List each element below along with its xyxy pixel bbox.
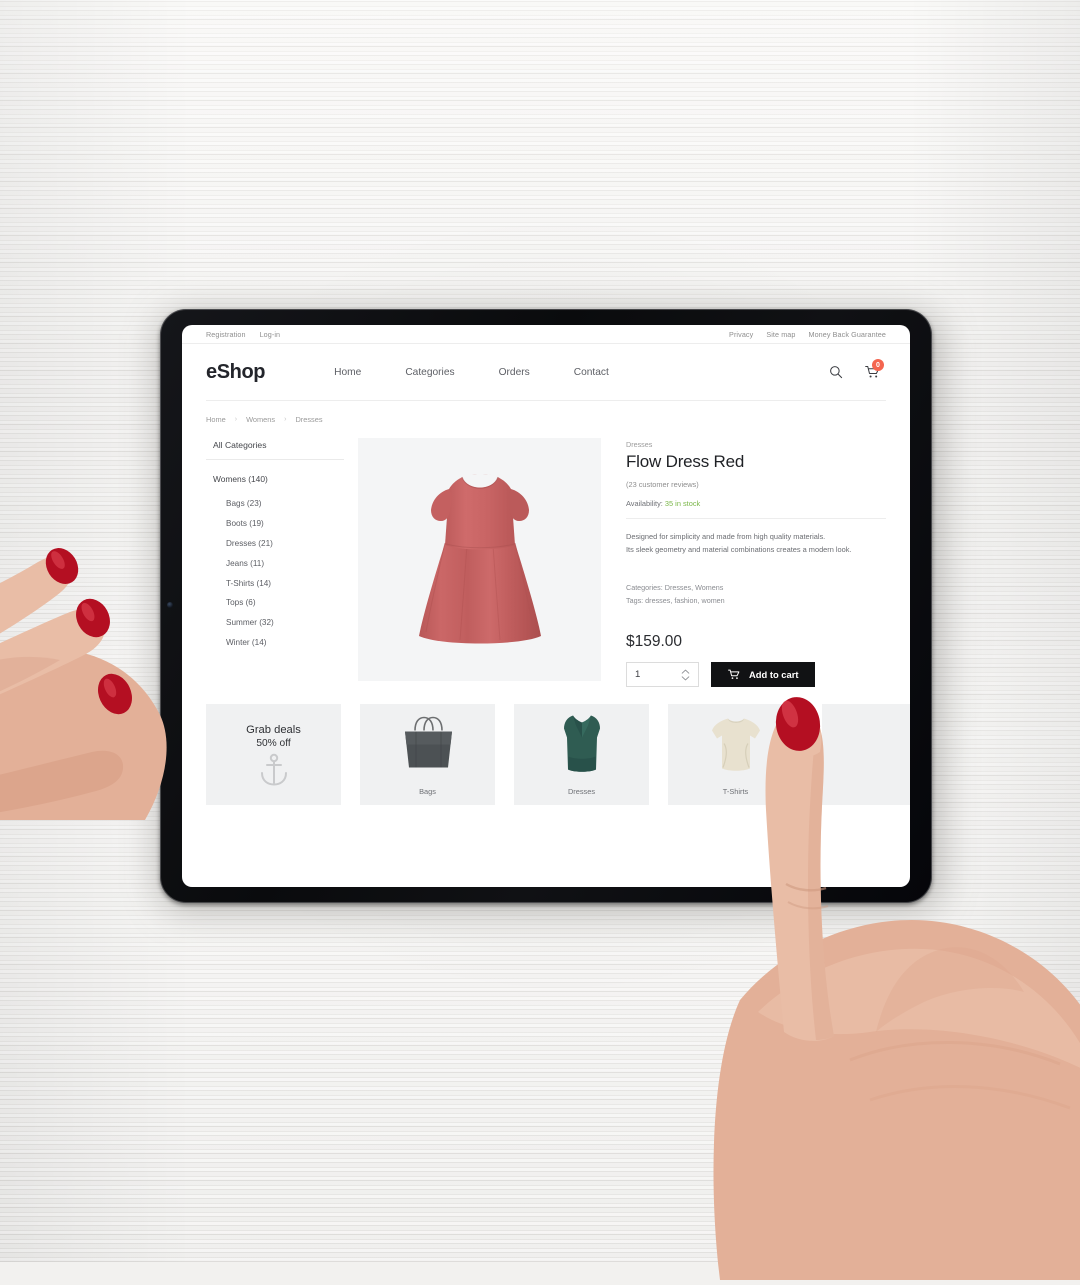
handbag-icon <box>397 715 459 778</box>
sidebar-heading-all-categories[interactable]: All Categories <box>206 438 344 459</box>
sidebar-item-winter[interactable]: Winter (14) <box>206 632 344 652</box>
product-tags-line: Tags: dresses, fashion, women <box>626 595 725 605</box>
quantity-stepper[interactable]: 1 <box>626 662 699 688</box>
promo-tile-dresses[interactable]: Dresses <box>514 704 649 806</box>
deal-subtitle: 50% off <box>256 738 291 750</box>
nav-item-home[interactable]: Home <box>312 367 383 378</box>
description-line-1: Designed for simplicity and made from hi… <box>626 532 826 541</box>
promo-strip: Grab deals 50% off Bags Dresses T-Shirts <box>182 687 910 806</box>
main-navigation: Home Categories Orders Contact <box>312 367 631 378</box>
search-icon[interactable] <box>829 365 843 379</box>
cart-icon <box>728 669 740 680</box>
product-price: $159.00 <box>626 633 683 651</box>
sidebar-item-summer[interactable]: Summer (32) <box>206 613 344 633</box>
quantity-value: 1 <box>635 669 641 681</box>
promo-tile-bags[interactable]: Bags <box>360 704 495 806</box>
product-category-label: Dresses <box>626 440 653 449</box>
sidebar-item-womens[interactable]: Womens (140) <box>206 471 344 487</box>
link-registration[interactable]: Registration <box>206 330 246 339</box>
utility-bar: Registration Log-in Privacy Site map Mon… <box>182 325 910 344</box>
product-meta: Categories: Dresses, Womens Tags: dresse… <box>626 582 886 607</box>
add-to-cart-label: Add to cart <box>749 669 799 681</box>
link-login[interactable]: Log-in <box>260 330 281 339</box>
product-reviews-link[interactable]: (23 customer reviews) <box>626 480 886 489</box>
product-categories-line: Categories: Dresses, Womens <box>626 582 724 592</box>
red-dress-illustration <box>405 465 555 655</box>
sidebar-item-boots[interactable]: Boots (19) <box>206 514 344 534</box>
promo-tile-tshirts[interactable]: T-Shirts <box>668 704 803 806</box>
breadcrumb: Home › Womens › Dresses <box>182 401 910 424</box>
product-info-divider <box>626 518 886 519</box>
link-privacy[interactable]: Privacy <box>729 330 753 339</box>
product-image[interactable] <box>358 438 601 681</box>
utility-links-left: Registration Log-in <box>206 330 280 339</box>
product-availability: Availability: 35 in stock <box>626 499 886 508</box>
utility-links-right: Privacy Site map Money Back Guarantee <box>729 330 886 339</box>
description-line-2: Its sleek geometry and material combinat… <box>626 544 852 554</box>
nav-item-orders[interactable]: Orders <box>477 367 552 378</box>
front-camera-icon <box>167 602 173 608</box>
header-actions: 0 <box>829 359 886 379</box>
sidebar-item-dresses[interactable]: Dresses (21) <box>206 534 344 554</box>
breadcrumb-separator-icon: › <box>234 416 238 423</box>
availability-label: Availability: <box>626 499 663 508</box>
quantity-stepper-arrows[interactable] <box>681 669 690 681</box>
site-logo[interactable]: eShop <box>206 361 266 384</box>
site-header: eShop Home Categories Orders Contact 0 <box>182 344 910 400</box>
deal-title: Grab deals <box>246 724 301 737</box>
product-info: Dresses Flow Dress Red (23 customer revi… <box>601 438 886 688</box>
availability-value: 35 in stock <box>664 499 701 508</box>
breadcrumb-item-dresses[interactable]: Dresses <box>295 415 322 424</box>
promo-tile-partial[interactable] <box>822 704 910 806</box>
chevron-down-icon <box>681 675 690 680</box>
tile-label-bags: Bags <box>419 787 436 797</box>
sidebar-item-jeans[interactable]: Jeans (11) <box>206 553 344 573</box>
shopping-cart-icon[interactable]: 0 <box>865 359 884 379</box>
main-content: All Categories Womens (140) Bags (23) Bo… <box>182 424 910 688</box>
sidebar-subcategory-list: Bags (23) Boots (19) Dresses (21) Jeans … <box>206 494 344 652</box>
link-site-map[interactable]: Site map <box>766 330 795 339</box>
chevron-up-icon <box>681 669 690 674</box>
tablet-device: Registration Log-in Privacy Site map Mon… <box>160 309 932 903</box>
tshirt-icon <box>710 714 762 779</box>
add-to-cart-button[interactable]: Add to cart <box>711 662 816 688</box>
tablet-screen: Registration Log-in Privacy Site map Mon… <box>182 325 910 887</box>
sidebar-item-tops[interactable]: Tops (6) <box>206 593 344 613</box>
promo-tile-grab-deals[interactable]: Grab deals 50% off <box>206 704 341 806</box>
anchor-icon <box>206 753 341 787</box>
tile-label-dresses: Dresses <box>567 787 596 797</box>
cart-count-badge: 0 <box>872 359 884 371</box>
product-title: Flow Dress Red <box>626 452 745 471</box>
green-dress-icon <box>559 712 605 781</box>
sidebar-divider <box>206 459 344 460</box>
breadcrumb-item-home[interactable]: Home <box>206 415 226 424</box>
link-money-back-guarantee[interactable]: Money Back Guarantee <box>808 330 886 339</box>
purchase-row: 1 Add to cart <box>626 662 886 688</box>
product-description: Designed for simplicity and made from hi… <box>626 531 886 557</box>
nav-item-categories[interactable]: Categories <box>383 367 476 378</box>
tile-label-tshirts: T-Shirts <box>722 787 749 797</box>
category-sidebar: All Categories Womens (140) Bags (23) Bo… <box>206 438 358 687</box>
breadcrumb-separator-icon: › <box>284 416 287 423</box>
breadcrumb-item-womens[interactable]: Womens <box>246 415 275 424</box>
sidebar-item-bags[interactable]: Bags (23) <box>206 494 344 514</box>
nav-item-contact[interactable]: Contact <box>552 367 631 378</box>
sidebar-item-tshirts[interactable]: T-Shirts (14) <box>206 573 344 593</box>
